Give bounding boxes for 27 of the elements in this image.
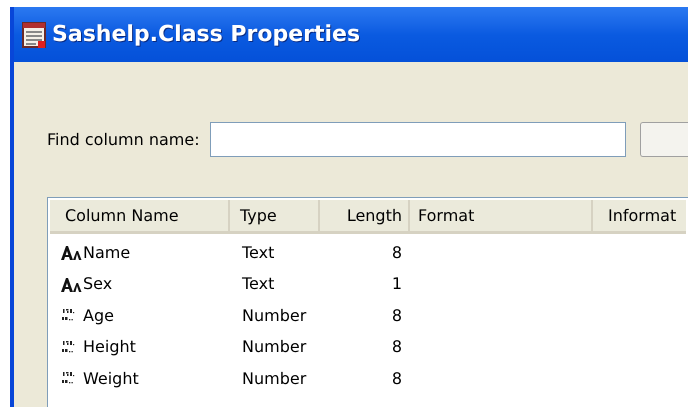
column-header[interactable]: Column Name	[50, 204, 228, 228]
type-cell: Text	[242, 242, 274, 262]
length-cell: 8	[392, 368, 402, 388]
window-title: Sashelp.Class Properties	[52, 21, 360, 49]
column-header[interactable]: Format	[410, 204, 591, 228]
find-button[interactable]	[640, 122, 688, 157]
type-cell: Text	[242, 274, 274, 294]
find-label: Find column name:	[47, 128, 201, 150]
length-cell: 8	[392, 242, 402, 262]
length-cell: 1	[392, 274, 402, 294]
table-icon	[22, 22, 46, 48]
column-header[interactable]: Type	[230, 204, 318, 228]
type-cell: Number	[242, 306, 306, 325]
column-name-cell[interactable]: Age	[83, 304, 114, 328]
column-header[interactable]: Length	[320, 204, 408, 228]
length-cell: 8	[392, 306, 402, 325]
type-cell: Number	[242, 337, 306, 356]
type-cell: Number	[242, 368, 306, 388]
column-header[interactable]: Informat	[593, 204, 686, 228]
find-field[interactable]	[210, 122, 626, 157]
letters-icon	[60, 245, 82, 260]
letters-icon	[60, 276, 82, 292]
column-name-cell[interactable]: Height	[83, 335, 136, 360]
column-name-cell[interactable]: Name	[83, 240, 130, 265]
length-cell: 8	[392, 337, 402, 356]
column-name-cell[interactable]: Weight	[83, 366, 139, 391]
column-name-cell[interactable]: Sex	[83, 272, 112, 296]
